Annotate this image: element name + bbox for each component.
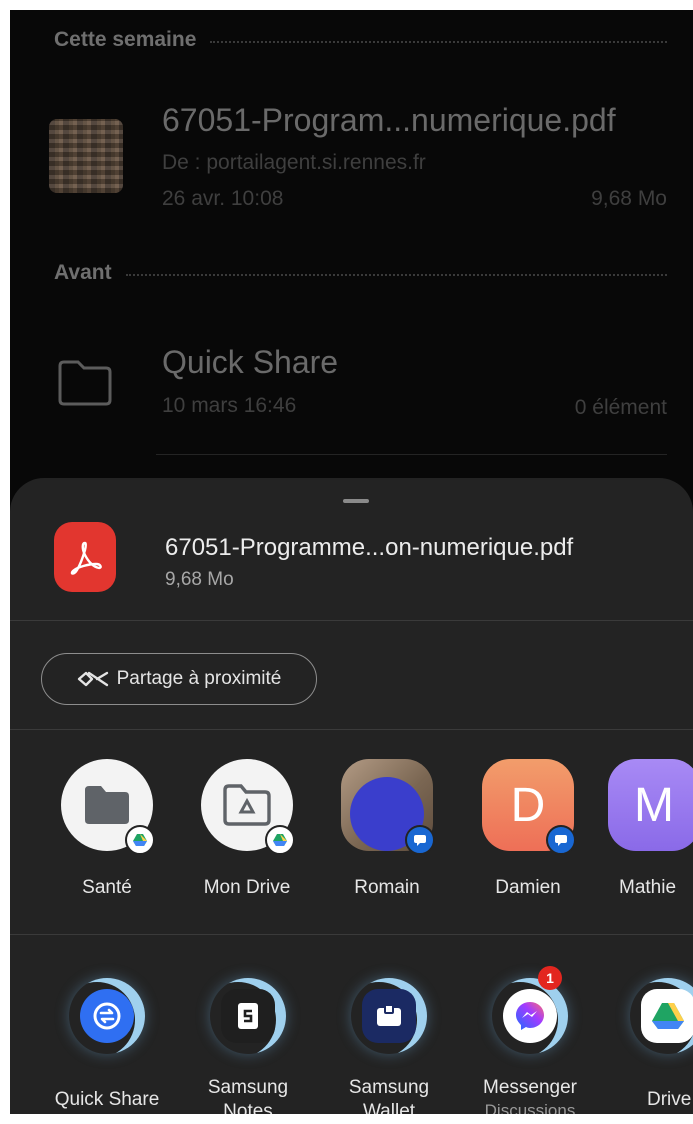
app-drive[interactable]: Drive [630,978,693,1112]
screen: Cette semaine 67051-Program...numerique.… [10,10,693,1114]
app-label: Quick Share [54,1089,160,1110]
nearby-share-button[interactable]: Partage à proximité [41,653,317,705]
section-header-before: Avant [54,261,667,285]
pdf-thumbnail [49,119,123,193]
file-size: 9,68 Mo [591,187,667,210]
app-quick-share[interactable]: Quick Share [37,978,177,1112]
drive-folder-icon [201,759,295,855]
file-date: 26 avr. 10:08 [162,187,284,210]
folder-icon [58,360,112,406]
quick-share-icon [69,978,145,1054]
google-drive-icon [125,825,155,855]
share-target-label: Mon Drive [203,877,291,898]
section-header-label: Cette semaine [54,28,197,51]
divider [10,934,693,935]
avatar-photo [341,759,435,855]
app-messenger[interactable]: 1 Messenger Discussions [460,966,600,1114]
nearby-share-label: Partage à proximité [116,668,282,689]
share-target-damien[interactable]: D Damien [468,759,588,899]
section-header-label: Avant [54,261,112,284]
app-sublabel: Discussions [484,1101,576,1114]
google-drive-icon [265,825,295,855]
samsung-wallet-icon [351,978,427,1054]
app-samsung-wallet[interactable]: Samsung Wallet [319,978,459,1114]
app-label: Drive [647,1089,692,1110]
app-label: Samsung Wallet [319,1076,459,1114]
share-target-mon-drive[interactable]: Mon Drive [187,759,307,899]
app-label-line1: Samsung [207,1077,289,1098]
folder-icon [61,759,155,855]
shared-file-size: 9,68 Mo [165,569,234,590]
avatar-initial: M [608,759,693,851]
share-target-label: Santé [82,877,132,898]
avatar-initial-letter: M [634,778,674,832]
app-label: Messenger [483,1077,577,1098]
app-samsung-notes[interactable]: Samsung Notes [178,978,318,1114]
folder-count: 0 élément [574,396,667,419]
messages-icon [405,825,435,855]
list-divider [156,454,667,455]
file-source: De : portailagent.si.rennes.fr [162,151,426,174]
dotted-divider [210,41,667,43]
divider [10,620,693,621]
app-label: Samsung Notes [178,1076,318,1114]
share-target-label: Romain [354,877,420,898]
folder-title: Quick Share [162,344,339,380]
notification-badge: 1 [538,966,562,990]
avatar-initial-letter: D [510,778,546,832]
folder-date: 10 mars 16:46 [162,394,297,417]
share-target-mathie[interactable]: M Mathie [608,759,693,899]
messenger-icon: 1 [492,966,568,1054]
file-title: 67051-Program...numerique.pdf [162,102,616,138]
divider [10,729,693,730]
messages-icon [546,825,576,855]
avatar-initial: D [482,759,576,855]
app-label-line2: Notes [223,1101,273,1114]
acrobat-icon [54,522,116,592]
nearby-share-icon [77,671,108,687]
share-target-label: Mathie [619,877,677,898]
share-target-romain[interactable]: Romain [327,759,447,899]
dotted-divider [125,274,667,276]
google-drive-icon [630,978,693,1054]
shared-file-name: 67051-Programme...on-numerique.pdf [165,534,574,561]
drag-handle[interactable] [343,499,369,503]
app-label-line1: Samsung [348,1077,430,1098]
samsung-notes-icon [210,978,286,1054]
share-sheet: 67051-Programme...on-numerique.pdf 9,68 … [10,478,693,1114]
share-target-sante[interactable]: Santé [47,759,167,899]
section-header-this-week: Cette semaine [54,28,667,52]
app-label-line2: Wallet [362,1101,416,1114]
share-target-label: Damien [495,877,561,898]
